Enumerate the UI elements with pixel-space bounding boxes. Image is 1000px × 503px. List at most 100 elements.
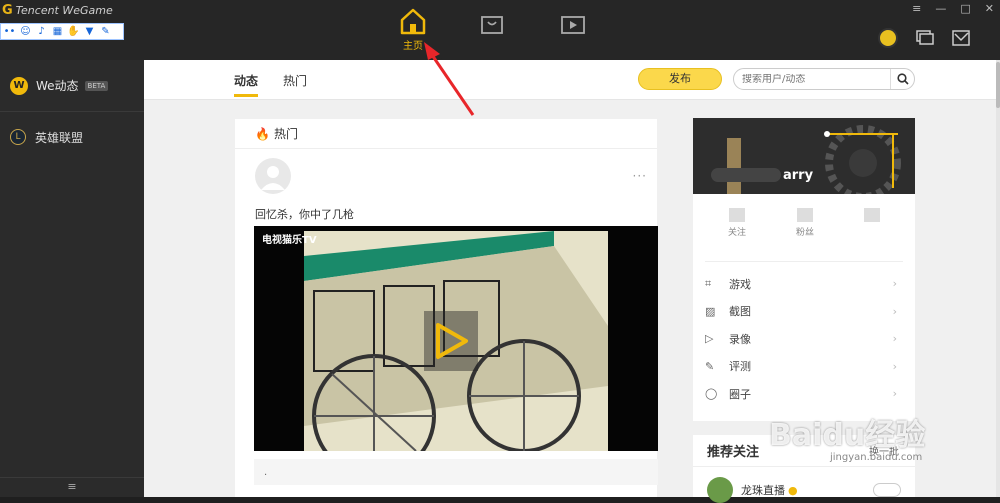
mail-icon[interactable]: [952, 30, 970, 46]
sidebar-item-label: We动态: [36, 79, 79, 93]
lol-logo-icon: L: [10, 129, 26, 145]
profile-menu: ⌗ 游戏 › ▨ 截图 › ▷ 录像 › ✎ 评测 › ◯ 圈子 ›: [705, 270, 903, 408]
post-text: 回忆杀，你中了几枪: [255, 208, 354, 221]
menu-item-games[interactable]: ⌗ 游戏 ›: [705, 270, 903, 298]
menu-item-label: 评测: [729, 360, 751, 374]
wegame-badge-icon: W: [10, 76, 28, 95]
bag-icon: [481, 16, 503, 34]
feed-header-title: 热门: [273, 127, 298, 141]
sidebar-item-label: 英雄联盟: [35, 130, 84, 145]
play-button[interactable]: [424, 311, 478, 371]
menu-item-label: 游戏: [729, 277, 751, 291]
profile-username: arry: [783, 168, 814, 183]
restore-icon[interactable]: □: [960, 2, 970, 15]
menu-item-reviews[interactable]: ✎ 评测 ›: [705, 353, 903, 381]
search-icon: [896, 73, 909, 85]
video-icon: [561, 16, 585, 34]
chevron-right-icon: ›: [892, 277, 897, 291]
follow-button[interactable]: [873, 483, 901, 497]
more-options-button[interactable]: ···: [633, 169, 647, 183]
stat-following[interactable]: 关注: [728, 208, 746, 238]
recommend-item[interactable]: 龙珠直播 ●: [693, 477, 915, 503]
nav-video[interactable]: [560, 15, 586, 35]
feed-header: 🔥 热门: [235, 119, 657, 149]
screenshot-icon: ▨: [705, 304, 716, 318]
menu-icon[interactable]: ≡: [912, 2, 921, 15]
top-right-icons: [878, 28, 970, 48]
tab-dongtai[interactable]: 动态: [234, 72, 259, 97]
scrollbar-thumb[interactable]: [996, 62, 1000, 108]
watermark: Baidu经验: [769, 418, 926, 453]
chat-icon[interactable]: [916, 30, 934, 46]
menu-item-circles[interactable]: ◯ 圈子 ›: [705, 380, 903, 408]
stat-value: [728, 208, 745, 222]
nav-home-label: 主页: [403, 41, 423, 52]
menu-item-label: 圈子: [729, 387, 751, 401]
stat-label: 关注: [727, 228, 746, 238]
beta-badge: BETA: [84, 80, 109, 91]
profile-cover: arry: [693, 118, 915, 194]
stat-label: 粉丝: [795, 228, 814, 238]
nav-home[interactable]: 主页: [398, 6, 428, 52]
search-input[interactable]: [742, 73, 890, 85]
chevron-right-icon: ›: [892, 332, 897, 346]
top-bar: G Tencent WeGame •• ☺ ♪ ▦ ✋ ▼ ✎ 主页 ≡ — □: [0, 0, 1000, 62]
post-avatar[interactable]: [255, 158, 291, 194]
verified-icon: ●: [788, 483, 798, 497]
chevron-right-icon: ›: [892, 304, 897, 318]
sidebar-item-we-dongtai[interactable]: W We动态 BETA: [0, 60, 144, 112]
recommend-avatar: [707, 477, 733, 503]
hand-icon[interactable]: ✋: [67, 26, 80, 37]
fire-icon: 🔥: [255, 126, 270, 141]
menu-item-screenshots[interactable]: ▨ 截图 ›: [705, 298, 903, 326]
publish-button[interactable]: 发布: [638, 68, 722, 90]
game-icon: ⌗: [705, 276, 712, 290]
brand: G Tencent WeGame: [2, 3, 113, 18]
circle-icon: ◯: [705, 387, 718, 401]
window-controls: ≡ — □ ✕: [912, 2, 994, 15]
review-icon: ✎: [705, 359, 715, 373]
dots-icon[interactable]: ••: [3, 26, 16, 37]
channel-logo: 电视猫乐TV: [262, 235, 317, 246]
user-avatar[interactable]: [878, 28, 898, 48]
sidebar-menu-button[interactable]: ≡: [0, 477, 144, 497]
menu-item-label: 截图: [729, 305, 751, 319]
stat-value: [796, 208, 813, 222]
profile-card: arry 关注 粉丝 ⌗ 游戏 › ▨ 截图 › ▷ 录像 › ✎ 评测 › ◯…: [693, 118, 915, 421]
sidebar-item-lol[interactable]: L 英雄联盟: [0, 112, 144, 162]
tab-bar: 动态 热门 发布: [144, 60, 996, 100]
menu-item-videos[interactable]: ▷ 录像 ›: [705, 325, 903, 353]
home-icon: [400, 8, 426, 35]
wegame-logo-icon: G: [2, 3, 13, 18]
video-player[interactable]: 电视猫乐TV: [254, 226, 658, 451]
chevron-right-icon: ›: [892, 387, 897, 401]
recommend-name: 龙珠直播: [741, 484, 785, 497]
chevron-right-icon: ›: [892, 359, 897, 373]
ime-toolbar[interactable]: •• ☺ ♪ ▦ ✋ ▼ ✎: [0, 23, 124, 40]
nav-store[interactable]: [480, 15, 504, 35]
shirt-icon[interactable]: ▼: [83, 26, 96, 37]
video-icon: ▷: [705, 332, 714, 346]
close-icon[interactable]: ✕: [985, 2, 994, 15]
tab-remen[interactable]: 热门: [283, 72, 307, 89]
stat-followers[interactable]: 粉丝: [796, 208, 814, 238]
feed-card: 🔥 热门 ··· 回忆杀，你中了几枪 电视猫乐TV .: [235, 119, 658, 497]
default-avatar-icon: [261, 166, 285, 190]
profile-stats: 关注 粉丝: [693, 208, 915, 238]
menu-item-label: 录像: [729, 332, 751, 346]
brand-text: Tencent WeGame: [15, 4, 113, 17]
sidebar: W We动态 BETA L 英雄联盟 ≡: [0, 60, 144, 497]
play-icon: [436, 323, 468, 359]
search-button[interactable]: [890, 69, 914, 89]
watermark-url: jingyan.baidu.com: [830, 452, 923, 463]
wrench-icon[interactable]: ✎: [99, 26, 112, 37]
stat-other[interactable]: [863, 208, 880, 238]
minimize-icon[interactable]: —: [935, 2, 946, 15]
stat-value: [863, 208, 880, 222]
video-caption: .: [254, 459, 658, 485]
keyboard-icon[interactable]: ▦: [51, 26, 64, 37]
divider: [705, 261, 903, 262]
smile-icon[interactable]: ☺: [19, 26, 32, 37]
mic-icon[interactable]: ♪: [35, 26, 48, 37]
scrollbar[interactable]: [996, 60, 1000, 497]
